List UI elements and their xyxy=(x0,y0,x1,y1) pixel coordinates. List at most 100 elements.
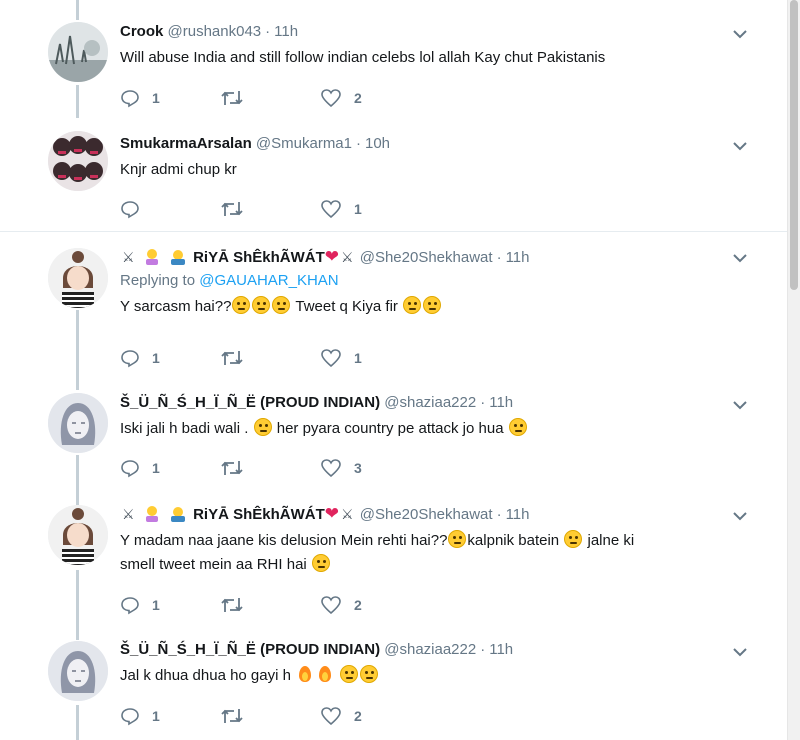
like-icon xyxy=(321,707,341,726)
reply-button[interactable]: 1 xyxy=(120,348,220,368)
like-icon xyxy=(321,200,341,219)
user-handle[interactable]: @She20Shekhawat xyxy=(360,506,493,523)
reply-count: 1 xyxy=(152,350,160,366)
separator-dot: · xyxy=(496,249,502,266)
display-name[interactable]: RiYĀ ShÊkhÃWÁT xyxy=(193,506,325,523)
like-count: 2 xyxy=(354,597,362,613)
retweet-icon xyxy=(221,598,243,612)
reply-button[interactable]: 1 xyxy=(120,88,220,108)
scrollbar-thumb[interactable] xyxy=(790,0,798,290)
reply-button[interactable] xyxy=(120,199,220,219)
like-icon xyxy=(321,349,341,368)
like-button[interactable]: 2 xyxy=(320,88,420,108)
heart-icon: ❤ xyxy=(324,247,339,266)
like-button[interactable]: 3 xyxy=(320,458,420,478)
vertical-scrollbar[interactable] xyxy=(787,0,800,740)
tweet[interactable]: Š_Ü_Ñ_Ś_H_Ï_Ñ_Ë (PROUD INDIAN) @shaziaa2… xyxy=(0,379,788,492)
tweet[interactable]: Š_Ü_Ñ_Ś_H_Ï_Ñ_Ë (PROUD INDIAN) @shaziaa2… xyxy=(0,628,788,740)
display-name[interactable]: Š_Ü_Ñ_Ś_H_Ï_Ñ_Ë (PROUD INDIAN) xyxy=(120,641,380,658)
retweet-button[interactable] xyxy=(220,88,320,108)
display-name[interactable]: Crook xyxy=(120,23,163,40)
avatar[interactable] xyxy=(48,131,108,191)
tweet-text: Iski jali h badi wali . her pyara countr… xyxy=(120,417,748,441)
timestamp[interactable]: 11h xyxy=(506,249,530,266)
timestamp[interactable]: 11h xyxy=(274,23,298,40)
frowning-face-icon xyxy=(232,296,251,314)
tweet-text: Will abuse India and still follow indian… xyxy=(120,49,606,66)
retweet-button[interactable] xyxy=(220,458,320,478)
like-button[interactable]: 1 xyxy=(320,348,420,368)
like-button[interactable]: 2 xyxy=(320,595,420,615)
user-handle[interactable]: @Smukarma1 xyxy=(256,135,352,152)
tweet-text-part: jalne ki xyxy=(587,532,635,549)
like-button[interactable]: 1 xyxy=(320,199,420,219)
timestamp[interactable]: 11h xyxy=(489,641,513,658)
like-count: 2 xyxy=(354,90,362,106)
chevron-down-icon[interactable] xyxy=(730,248,750,268)
retweet-icon xyxy=(221,91,243,105)
avatar[interactable] xyxy=(48,393,108,453)
person-bowing-icon xyxy=(170,250,185,265)
confused-face-icon xyxy=(508,418,527,436)
chevron-down-icon[interactable] xyxy=(730,506,750,526)
crossed-swords-icon: ⚔ xyxy=(122,249,135,265)
like-button[interactable]: 2 xyxy=(320,706,420,726)
tweet-text-part: Jal k dhua dhua ho gayi h xyxy=(120,667,291,684)
chevron-down-icon[interactable] xyxy=(730,642,750,662)
avatar[interactable] xyxy=(48,641,108,701)
squinting-tongue-face-icon xyxy=(311,554,330,572)
retweet-button[interactable] xyxy=(220,706,320,726)
retweet-button[interactable] xyxy=(220,348,320,368)
timestamp[interactable]: 11h xyxy=(506,506,530,523)
tweet-text-part: smell tweet mein aa RHI hai xyxy=(120,556,307,573)
reply-timeline: Crook @rushank043 · 11h Will abuse India a… xyxy=(0,0,788,740)
raised-eyebrow-face-icon xyxy=(423,296,442,314)
retweet-icon xyxy=(221,202,243,216)
separator-dot: · xyxy=(480,641,486,658)
user-handle[interactable]: @She20Shekhawat xyxy=(360,249,493,266)
reply-button[interactable]: 1 xyxy=(120,595,220,615)
retweet-button[interactable] xyxy=(220,199,320,219)
display-name[interactable]: SmukarmaArsalan xyxy=(120,135,252,152)
separator-dot: · xyxy=(480,394,486,411)
user-handle[interactable]: @rushank043 xyxy=(168,23,262,40)
display-name[interactable]: RiYĀ ShÊkhÃWÁT xyxy=(193,249,325,266)
user-handle[interactable]: @shaziaa222 xyxy=(384,394,476,411)
astonished-face-icon xyxy=(448,530,467,548)
tweet-text-part: Tweet q Kiya fir xyxy=(295,298,398,315)
like-count: 1 xyxy=(354,350,362,366)
reply-icon xyxy=(121,460,139,478)
tweet-text: Y madam naa jaane kis delusion Mein reht… xyxy=(120,529,748,577)
separator-dot: · xyxy=(356,135,361,152)
expressionless-face-icon xyxy=(253,418,272,436)
reply-count: 1 xyxy=(152,597,160,613)
chevron-down-icon[interactable] xyxy=(730,395,750,415)
chevron-down-icon[interactable] xyxy=(730,24,750,44)
person-bowing-icon xyxy=(170,507,185,522)
timestamp[interactable]: 10h xyxy=(365,135,390,152)
avatar[interactable] xyxy=(48,505,108,565)
reply-button[interactable]: 1 xyxy=(120,458,220,478)
retweet-button[interactable] xyxy=(220,595,320,615)
avatar[interactable] xyxy=(48,22,108,82)
tweet[interactable]: SmukarmaArsalan @Smukarma1 · 10h Knjr admi… xyxy=(0,118,788,230)
display-name[interactable]: Š_Ü_Ñ_Ś_H_Ï_Ñ_Ë (PROUD INDIAN) xyxy=(120,394,380,411)
tweet[interactable]: ⚔ RiYĀ ShÊkhÃWÁT❤ ⚔ @She20Shekhawat · 11h Y… xyxy=(0,492,788,628)
tweet[interactable]: ⚔ RiYĀ ShÊkhÃWÁT❤ ⚔ @She20Shekhawat · 11h R… xyxy=(0,231,788,380)
replying-label: Replying to xyxy=(120,272,196,289)
tweet[interactable]: Crook @rushank043 · 11h Will abuse India a… xyxy=(0,0,788,118)
reply-count: 1 xyxy=(152,708,160,724)
raised-eyebrow-face-icon xyxy=(403,296,422,314)
separator-dot: · xyxy=(496,506,502,523)
fire-icon xyxy=(296,665,314,683)
chevron-down-icon[interactable] xyxy=(730,136,750,156)
user-handle[interactable]: @shaziaa222 xyxy=(384,641,476,658)
like-count: 3 xyxy=(354,460,362,476)
timestamp[interactable]: 11h xyxy=(489,394,513,411)
avatar[interactable] xyxy=(48,248,108,308)
reply-icon xyxy=(121,597,139,615)
reply-count: 1 xyxy=(152,90,160,106)
reply-button[interactable]: 1 xyxy=(120,706,220,726)
like-icon xyxy=(321,459,341,478)
mention-link[interactable]: @GAUAHAR_KHAN xyxy=(199,272,338,289)
